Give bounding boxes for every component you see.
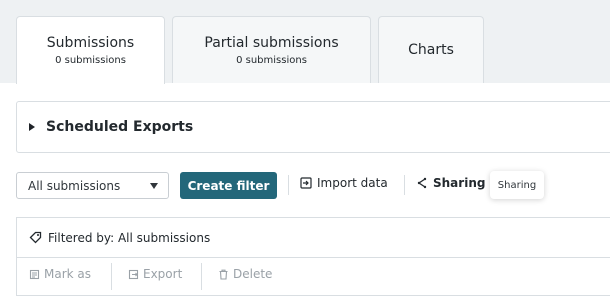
sharing-label: Sharing [433,176,486,190]
tab-submissions-label: Submissions [46,35,135,51]
tab-charts-label: Charts [408,42,454,58]
delete-label: Delete [233,267,273,281]
import-icon [300,177,312,189]
submissions-filter-select[interactable]: All submissions [16,172,169,199]
chevron-down-icon [150,183,158,189]
mark-as-button[interactable]: Mark as [29,267,91,281]
create-filter-button[interactable]: Create filter [180,172,277,199]
divider [16,295,610,296]
import-data-label: Import data [317,176,388,190]
actions-divider [201,263,202,290]
export-button[interactable]: Export [128,267,182,281]
scheduled-exports-toggle[interactable]: Scheduled Exports [16,101,610,153]
export-icon [128,269,139,279]
toolbar-divider [288,175,289,195]
caret-right-icon [29,123,35,131]
tab-partial-label: Partial submissions [204,34,339,51]
tab-submissions-count: 0 submissions [55,55,126,66]
tag-icon [29,231,42,244]
filtered-by-text: Filtered by: All submissions [48,230,211,245]
trash-icon [219,269,228,280]
share-icon [417,177,427,189]
tab-partial-submissions[interactable]: Partial submissions 0 submissions [172,16,371,83]
submissions-filter-value: All submissions [28,178,121,193]
tab-charts[interactable]: Charts [378,16,484,83]
tab-submissions[interactable]: Submissions 0 submissions [16,16,165,84]
mark-icon [29,269,40,279]
delete-button[interactable]: Delete [218,267,272,281]
scheduled-exports-title: Scheduled Exports [46,119,194,135]
toolbar-divider [404,175,405,195]
tab-partial-count: 0 submissions [236,54,307,66]
sharing-button[interactable]: Sharing [416,176,485,190]
actions-divider [111,263,112,290]
import-data-button[interactable]: Import data [300,176,388,190]
bulk-actions-bar: Mark as Export Delete [16,257,610,295]
mark-as-label: Mark as [44,267,92,281]
filtered-by-bar: Filtered by: All submissions [16,217,610,257]
sharing-tooltip: Sharing [490,171,544,199]
export-label: Export [143,267,183,281]
